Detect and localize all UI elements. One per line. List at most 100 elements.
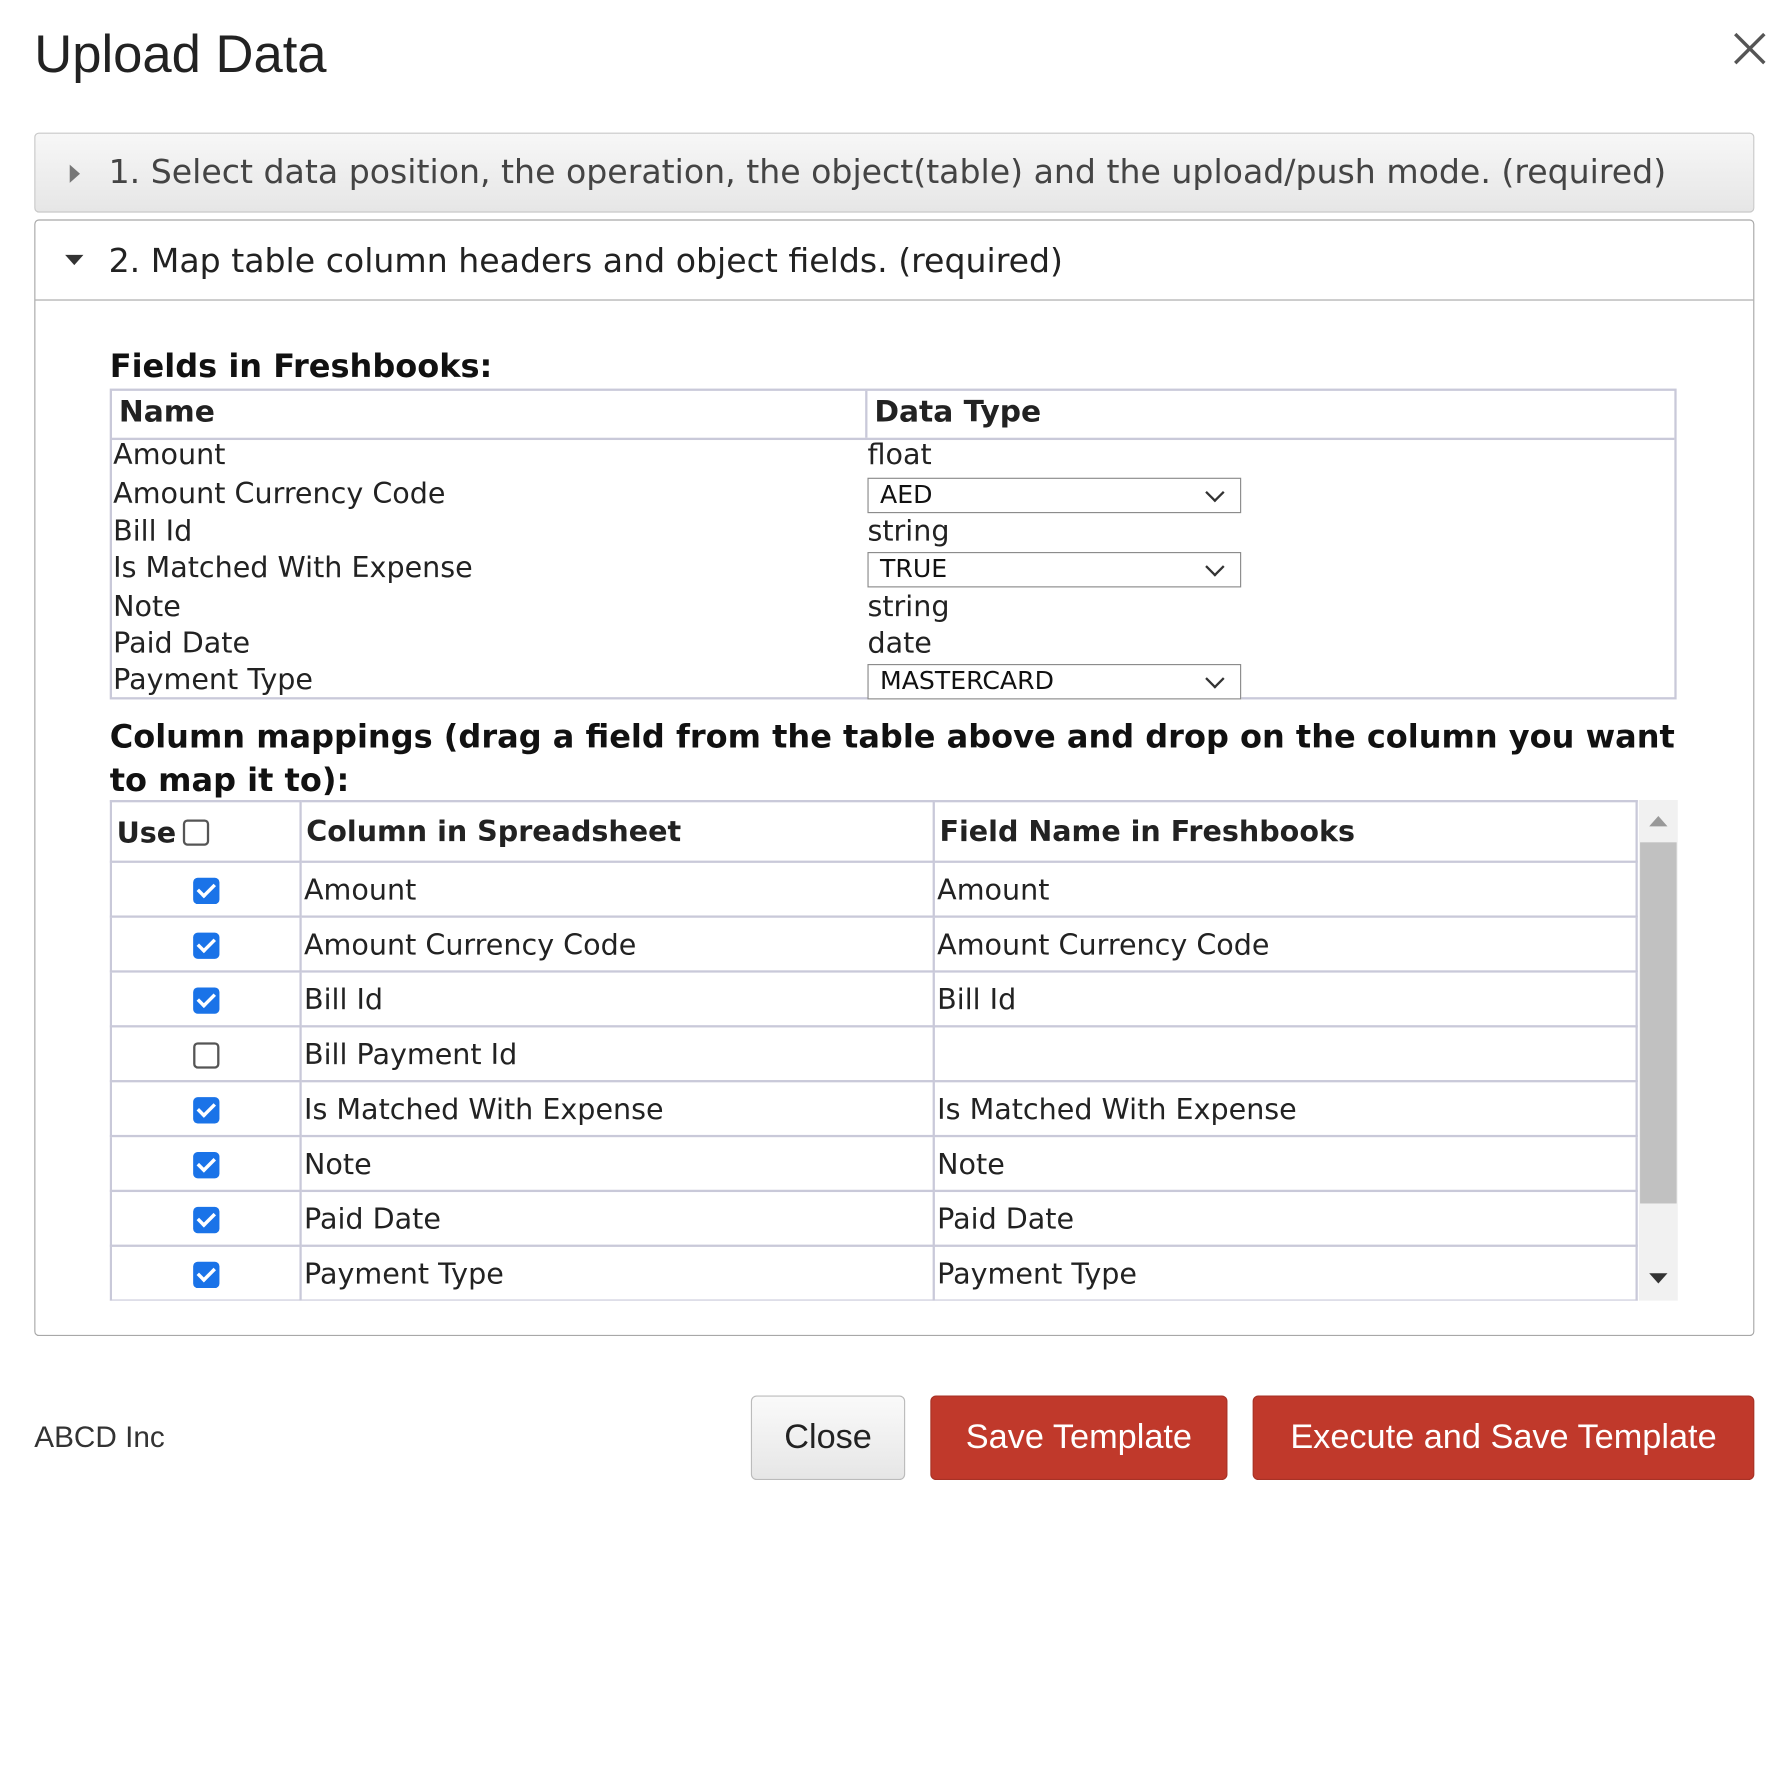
field-row[interactable]: Amount float [112, 438, 1674, 475]
mappings-table-body: Amount Amount Amount Currency Code Amount C… [109, 860, 1638, 1301]
use-cell [109, 1025, 302, 1083]
field-row[interactable]: Note string [112, 590, 1674, 627]
spreadsheet-column-cell[interactable]: Is Matched With Expense [299, 1080, 935, 1138]
fields-section-title: Fields in Freshbooks: [109, 347, 493, 386]
use-cell [109, 1080, 302, 1138]
mapping-row[interactable]: Bill Payment Id [109, 1025, 1638, 1083]
freshbooks-field-cell[interactable]: Amount [932, 860, 1638, 918]
use-checkbox[interactable] [192, 1042, 219, 1069]
field-name: Paid Date [113, 626, 251, 660]
spreadsheet-column-cell[interactable]: Bill Id [299, 970, 935, 1028]
mappings-header-row: Use Column in Spreadsheet Field Name in … [109, 800, 1638, 863]
field-value-select[interactable]: AED [867, 477, 1242, 514]
fields-table-header: Name Data Type [112, 390, 1675, 441]
scroll-down-icon[interactable] [1649, 1273, 1668, 1284]
chevron-down-icon [1205, 557, 1225, 577]
use-checkbox[interactable] [192, 1152, 219, 1179]
company-name: ABCD Inc [34, 1419, 165, 1454]
freshbooks-field-cell[interactable] [932, 1025, 1638, 1083]
scroll-thumb[interactable] [1640, 842, 1677, 1204]
mapping-row[interactable]: Amount Amount [109, 860, 1638, 918]
use-label: Use [116, 815, 177, 849]
mapping-row[interactable]: Is Matched With Expense Is Matched With E… [109, 1080, 1638, 1138]
mapping-row[interactable]: Amount Currency Code Amount Currency Code [109, 915, 1638, 973]
freshbooks-field-cell[interactable]: Payment Type [932, 1244, 1638, 1301]
fields-table: Name Data Type Amount float Amount Currenc… [109, 388, 1677, 700]
use-checkbox[interactable] [192, 877, 219, 905]
field-name: Is Matched With Expense [113, 550, 473, 585]
mappings-scrollbar[interactable] [1638, 800, 1678, 1301]
data-type-column-header: Data Type [874, 395, 1042, 430]
field-row[interactable]: Bill Id string [112, 514, 1674, 551]
mapping-row[interactable]: Paid Date Paid Date [109, 1189, 1638, 1247]
use-checkbox[interactable] [192, 1261, 219, 1289]
spreadsheet-column-cell[interactable]: Paid Date [299, 1189, 935, 1247]
field-value-select[interactable]: TRUE [867, 552, 1242, 588]
spreadsheet-column-cell[interactable]: Payment Type [299, 1244, 935, 1301]
freshbooks-field-header: Field Name in Freshbooks [932, 800, 1638, 863]
step-2-label: 2. Map table column headers and object f… [108, 241, 1063, 281]
save-template-button[interactable]: Save Template [930, 1395, 1228, 1481]
select-value: MASTERCARD [880, 667, 1054, 697]
step-1-label: 1. Select data position, the operation, … [108, 152, 1667, 191]
column-divider [865, 390, 868, 438]
upload-data-dialog: Upload Data 1. Select data position, the… [0, 0, 1786, 1771]
close-button[interactable]: Close [750, 1395, 906, 1481]
spreadsheet-column-cell[interactable]: Amount [299, 860, 935, 918]
field-name: Payment Type [113, 662, 313, 697]
execute-and-save-template-button[interactable]: Execute and Save Template [1252, 1395, 1755, 1481]
field-name: Note [113, 589, 181, 623]
use-checkbox[interactable] [192, 932, 219, 959]
mapping-row[interactable]: Note Note [109, 1134, 1638, 1193]
freshbooks-field-cell[interactable]: Paid Date [932, 1189, 1638, 1247]
step-1-header[interactable]: 1. Select data position, the operation, … [34, 132, 1755, 213]
use-checkbox[interactable] [192, 1097, 219, 1124]
use-cell [109, 915, 302, 973]
use-cell [109, 860, 302, 918]
field-row[interactable]: Payment Type MASTERCARD [112, 663, 1674, 700]
spreadsheet-column-cell[interactable]: Amount Currency Code [299, 915, 935, 973]
field-row[interactable]: Amount Currency Code AED [112, 477, 1674, 514]
field-name: Bill Id [113, 514, 193, 548]
select-value: AED [880, 481, 933, 510]
freshbooks-field-cell[interactable]: Is Matched With Expense [932, 1080, 1638, 1138]
chevron-down-icon [1205, 669, 1225, 689]
use-cell [109, 1189, 302, 1247]
chevron-down-icon [1205, 482, 1225, 503]
spreadsheet-column-header: Column in Spreadsheet [299, 800, 935, 863]
use-checkbox[interactable] [192, 1206, 219, 1234]
spreadsheet-column-cell[interactable]: Bill Payment Id [299, 1025, 935, 1083]
mapping-row[interactable]: Bill Id Bill Id [109, 970, 1638, 1028]
mappings-table: Use Column in Spreadsheet Field Name in … [109, 800, 1638, 1301]
freshbooks-field-cell[interactable]: Note [932, 1134, 1638, 1193]
select-value: TRUE [880, 555, 948, 585]
use-cell [109, 970, 302, 1028]
collapse-down-icon [65, 254, 84, 266]
use-cell [109, 1244, 302, 1301]
mappings-section-title: Column mappings (drag a field from the t… [109, 717, 1675, 799]
field-name: Amount Currency Code [113, 476, 446, 510]
dialog-title: Upload Data [34, 24, 327, 84]
field-name: Amount [113, 437, 226, 471]
field-value-select[interactable]: MASTERCARD [867, 664, 1242, 700]
freshbooks-field-cell[interactable]: Bill Id [932, 970, 1638, 1028]
step-2-header[interactable]: 2. Map table column headers and object f… [35, 221, 1754, 301]
field-data-type: date [867, 626, 932, 660]
scroll-up-icon[interactable] [1649, 816, 1668, 827]
freshbooks-field-cell[interactable]: Amount Currency Code [932, 915, 1638, 973]
field-data-type: string [867, 514, 950, 548]
use-checkbox[interactable] [192, 987, 219, 1014]
close-icon[interactable] [1728, 27, 1771, 70]
use-cell [109, 1134, 302, 1193]
field-row[interactable]: Paid Date date [112, 626, 1674, 663]
name-column-header: Name [118, 395, 215, 430]
field-data-type: float [867, 437, 932, 471]
field-row[interactable]: Is Matched With Expense TRUE [112, 551, 1674, 588]
spreadsheet-column-cell[interactable]: Note [299, 1134, 935, 1193]
expand-right-icon [69, 164, 81, 183]
use-column-header: Use [109, 800, 302, 863]
mappings-table-viewport: Use Column in Spreadsheet Field Name in … [109, 800, 1679, 1301]
field-data-type: string [867, 589, 950, 623]
select-all-checkbox[interactable] [183, 819, 210, 846]
mapping-row[interactable]: Payment Type Payment Type [109, 1244, 1638, 1301]
